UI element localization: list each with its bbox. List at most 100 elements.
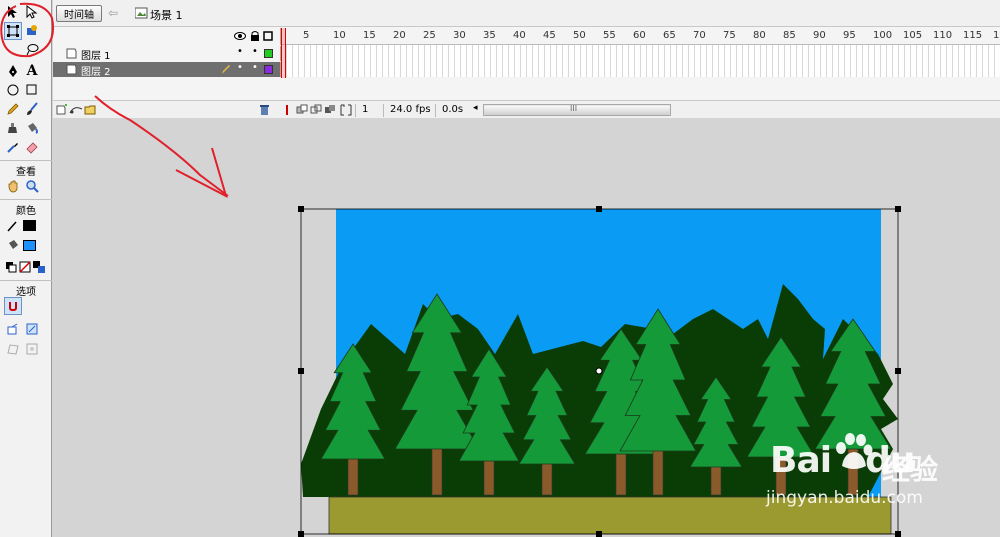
frame-number-label: 70 xyxy=(693,30,706,41)
outline-color-box[interactable] xyxy=(264,65,273,74)
timeline-hscroll[interactable]: III xyxy=(483,104,671,116)
3d-rotation-tool-icon[interactable] xyxy=(23,22,41,40)
view-section-title: 查看 xyxy=(0,160,52,178)
subselection-tool-icon[interactable] xyxy=(23,3,41,21)
transform-center-point[interactable] xyxy=(595,367,603,375)
delete-layer-icon[interactable] xyxy=(259,104,270,116)
layer-row-2[interactable]: 图层 2 • • xyxy=(53,62,281,78)
scroll-left-arrow-icon[interactable]: ◂ xyxy=(473,103,478,113)
frame-number-label: 50 xyxy=(573,30,586,41)
zoom-tool-icon[interactable] xyxy=(23,177,41,195)
scale-icon[interactable] xyxy=(23,320,41,338)
baidu-watermark: Bai du 经验 jingyan.baidu.com xyxy=(762,433,992,520)
tools-panel: A 查看 颜色 选项 xyxy=(0,0,52,537)
hscroll-thumb[interactable]: III xyxy=(484,104,670,115)
lock-dot[interactable]: • xyxy=(252,46,258,57)
hand-tool-icon[interactable] xyxy=(4,177,22,195)
outline-color-box[interactable] xyxy=(264,49,273,58)
brush-tool-icon[interactable] xyxy=(23,100,41,118)
stroke-color-swatch[interactable] xyxy=(23,220,36,231)
eyedropper-tool-icon[interactable] xyxy=(4,138,22,156)
frame-number-label: 30 xyxy=(453,30,466,41)
layer-name[interactable]: 图层 2 xyxy=(81,63,111,78)
frame-number-label: 90 xyxy=(813,30,826,41)
snap-to-objects-icon[interactable] xyxy=(4,297,22,315)
tree-trunk[interactable] xyxy=(615,449,627,496)
frame-grid[interactable] xyxy=(281,45,1000,77)
flash-authoring-window: A 查看 颜色 选项 时间轴 ⇦ 场景 1 图层 1 • • 图层 2 • • … xyxy=(0,0,1000,537)
frame-number-label: 40 xyxy=(513,30,526,41)
frame-number-label: 85 xyxy=(783,30,796,41)
lock-all-icon[interactable] xyxy=(250,30,260,42)
center-frame-icon[interactable] xyxy=(282,104,292,116)
fill-color-swatch[interactable] xyxy=(23,240,36,251)
edit-bar: 时间轴 ⇦ 场景 1 xyxy=(53,0,1000,27)
timeline-toggle-button[interactable]: 时间轴 xyxy=(56,5,102,22)
scene-name[interactable]: 场景 1 xyxy=(150,7,183,23)
pen-tool-icon[interactable] xyxy=(4,62,22,80)
layer-icon xyxy=(66,64,77,75)
frame-number-label: 95 xyxy=(843,30,856,41)
layer-row-1[interactable]: 图层 1 • • xyxy=(53,46,281,62)
onion-skin-outlines-icon[interactable] xyxy=(310,104,322,116)
frame-number-label: 55 xyxy=(603,30,616,41)
frame-number-label: 35 xyxy=(483,30,496,41)
eraser-tool-icon[interactable] xyxy=(23,138,41,156)
edit-multiple-frames-icon[interactable] xyxy=(324,104,336,116)
modify-onion-markers-icon[interactable] xyxy=(340,104,352,116)
timeline-panel: 时间轴 ⇦ 场景 1 图层 1 • • 图层 2 • • 5 10 15 20 2… xyxy=(53,0,1000,118)
onion-skin-icon[interactable] xyxy=(296,104,308,116)
pencil-edit-icon xyxy=(222,65,230,74)
free-transform-tool-icon[interactable] xyxy=(4,22,22,40)
watermark-url: jingyan.baidu.com xyxy=(766,488,923,508)
tree-trunk[interactable] xyxy=(541,459,553,496)
envelope-icon xyxy=(23,340,41,358)
ink-bottle-tool-icon[interactable] xyxy=(4,119,22,137)
frame-number-label: 5 xyxy=(303,30,310,41)
outline-all-icon[interactable] xyxy=(263,31,273,41)
frame-number-label: 12 xyxy=(993,30,1000,41)
watermark-brand-prefix: Bai xyxy=(770,440,832,481)
tree-trunk[interactable] xyxy=(652,446,664,496)
fill-color-icon xyxy=(4,236,22,254)
layer-name[interactable]: 图层 1 xyxy=(81,47,111,62)
text-tool-glyph: A xyxy=(26,63,38,79)
oval-tool-icon[interactable] xyxy=(4,81,22,99)
frame-number-label: 60 xyxy=(633,30,646,41)
pencil-tool-icon[interactable] xyxy=(4,100,22,118)
selection-tool-icon[interactable] xyxy=(4,3,22,21)
scene-icon xyxy=(134,7,148,22)
tree-trunk[interactable] xyxy=(710,462,722,496)
tree-trunk[interactable] xyxy=(431,444,443,496)
back-arrow-icon[interactable]: ⇦ xyxy=(108,6,122,20)
rectangle-tool-icon[interactable] xyxy=(23,81,41,99)
lock-dot[interactable]: • xyxy=(252,62,258,73)
stroke-color-icon xyxy=(4,217,22,235)
frame-number-label: 25 xyxy=(423,30,436,41)
frame-rate-field[interactable]: 24.0 fps xyxy=(383,104,435,117)
new-layer-icon[interactable] xyxy=(56,104,68,115)
tree-trunk[interactable] xyxy=(483,456,495,496)
rotate-skew-icon[interactable] xyxy=(4,320,22,338)
timeline-status-bar: 1 24.0 fps 0.0s ◂ III xyxy=(53,100,1000,118)
tree-trunk[interactable] xyxy=(347,454,359,496)
frame-number-label: 20 xyxy=(393,30,406,41)
add-motion-guide-icon[interactable] xyxy=(69,104,83,115)
frame-ruler[interactable]: 5 10 15 20 25 30 35 40 45 50 55 60 65 70 75 80 85 90 95 100… xyxy=(281,28,1000,45)
scroll-grip: III xyxy=(570,104,578,113)
frame-number-label: 75 xyxy=(723,30,736,41)
frame-number-label: 65 xyxy=(663,30,676,41)
playhead[interactable] xyxy=(281,28,286,78)
swap-colors-icon[interactable] xyxy=(30,258,48,276)
visibility-dot[interactable]: • xyxy=(237,46,243,57)
visibility-dot[interactable]: • xyxy=(237,62,243,73)
insert-folder-icon[interactable] xyxy=(84,104,97,115)
current-frame-field[interactable]: 1 xyxy=(355,104,383,117)
distort-icon xyxy=(4,340,22,358)
text-tool-icon[interactable]: A xyxy=(23,62,41,80)
show-hide-all-icon[interactable] xyxy=(234,31,246,41)
paw-logo-icon xyxy=(836,433,873,469)
paint-bucket-tool-icon[interactable] xyxy=(23,119,41,137)
lasso-tool-icon[interactable] xyxy=(23,40,41,58)
frame-number-label: 10 xyxy=(333,30,346,41)
